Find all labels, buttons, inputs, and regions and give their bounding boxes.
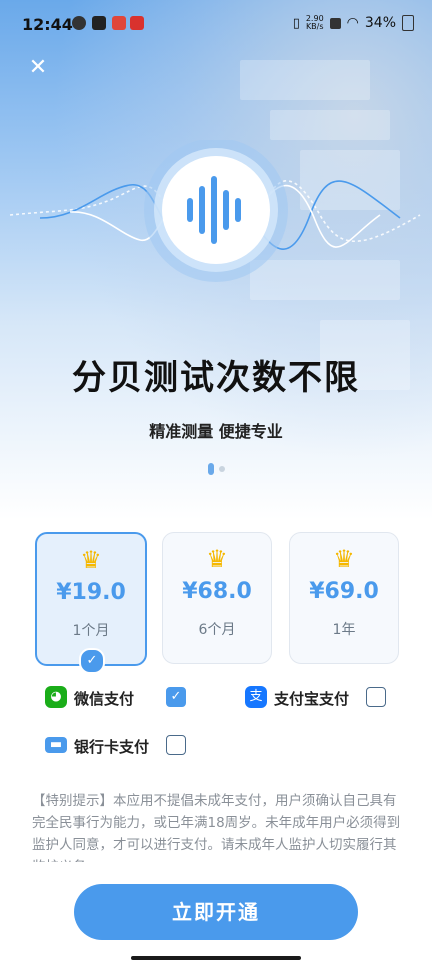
alipay-label[interactable]: 支付宝支付	[274, 688, 349, 709]
plan-card-1-month[interactable]: ♛ ¥19.0 1个月 ✓	[35, 532, 147, 674]
status-time: 12:44	[22, 15, 73, 34]
wechat-pay-icon: ◕	[45, 686, 67, 708]
carousel-dot-active	[207, 462, 214, 475]
carousel-indicator	[0, 458, 432, 477]
alipay-icon: 支	[245, 686, 267, 708]
bank-card-checkbox[interactable]	[166, 735, 186, 755]
alipay-checkbox[interactable]	[366, 687, 386, 707]
crown-icon: ♛	[80, 546, 102, 574]
wifi-icon: ◠	[346, 15, 359, 31]
bank-card-pay-label[interactable]: 银行卡支付	[74, 736, 149, 757]
app-notification-icon	[72, 16, 86, 30]
news-app-icon	[130, 16, 144, 30]
status-bar: 12:44 ▯ 2.90 KB/s ◠ 34%	[0, 0, 432, 48]
home-indicator[interactable]	[131, 956, 301, 960]
page-subtitle: 精准测量 便捷专业	[149, 422, 283, 441]
shopping-app-icon	[112, 16, 126, 30]
plan-card-1-year[interactable]: ♛ ¥69.0 1年	[289, 532, 399, 664]
carousel-dot	[218, 465, 225, 472]
video-app-icon	[92, 16, 106, 30]
battery-icon	[402, 15, 414, 31]
sound-wave-illustration	[9, 140, 421, 282]
plan-price: ¥19.0	[56, 580, 126, 605]
bank-card-icon: ▬	[45, 737, 67, 753]
minor-payment-notice: 【特别提示】本应用不提倡未成年支付，用户须确认自己具有完全民事行为能力，或已年满…	[32, 793, 401, 862]
battery-level: 34%	[364, 15, 396, 31]
plan-price: ¥68.0	[182, 579, 252, 604]
plan-card-6-months[interactable]: ♛ ¥68.0 6个月	[162, 532, 272, 664]
selected-check-icon: ✓	[79, 648, 105, 674]
wechat-pay-checkbox[interactable]: ✓	[166, 687, 186, 707]
plan-term: 6个月	[198, 622, 236, 638]
plan-price: ¥69.0	[309, 579, 379, 604]
wechat-pay-label[interactable]: 微信支付	[74, 688, 134, 709]
page-title: 分贝测试次数不限	[72, 358, 360, 398]
close-icon[interactable]: ✕	[26, 56, 50, 80]
net-speed: 2.90 KB/s	[306, 15, 324, 31]
vibrate-icon: ▯	[292, 15, 300, 31]
plan-term: 1年	[332, 622, 356, 638]
crown-icon: ♛	[206, 545, 228, 573]
signal-icon	[329, 17, 341, 29]
crown-icon: ♛	[333, 545, 355, 573]
activate-now-button[interactable]: 立即开通	[74, 884, 358, 940]
plan-term: 1个月	[72, 623, 110, 639]
net-speed-unit: KB/s	[305, 22, 324, 31]
